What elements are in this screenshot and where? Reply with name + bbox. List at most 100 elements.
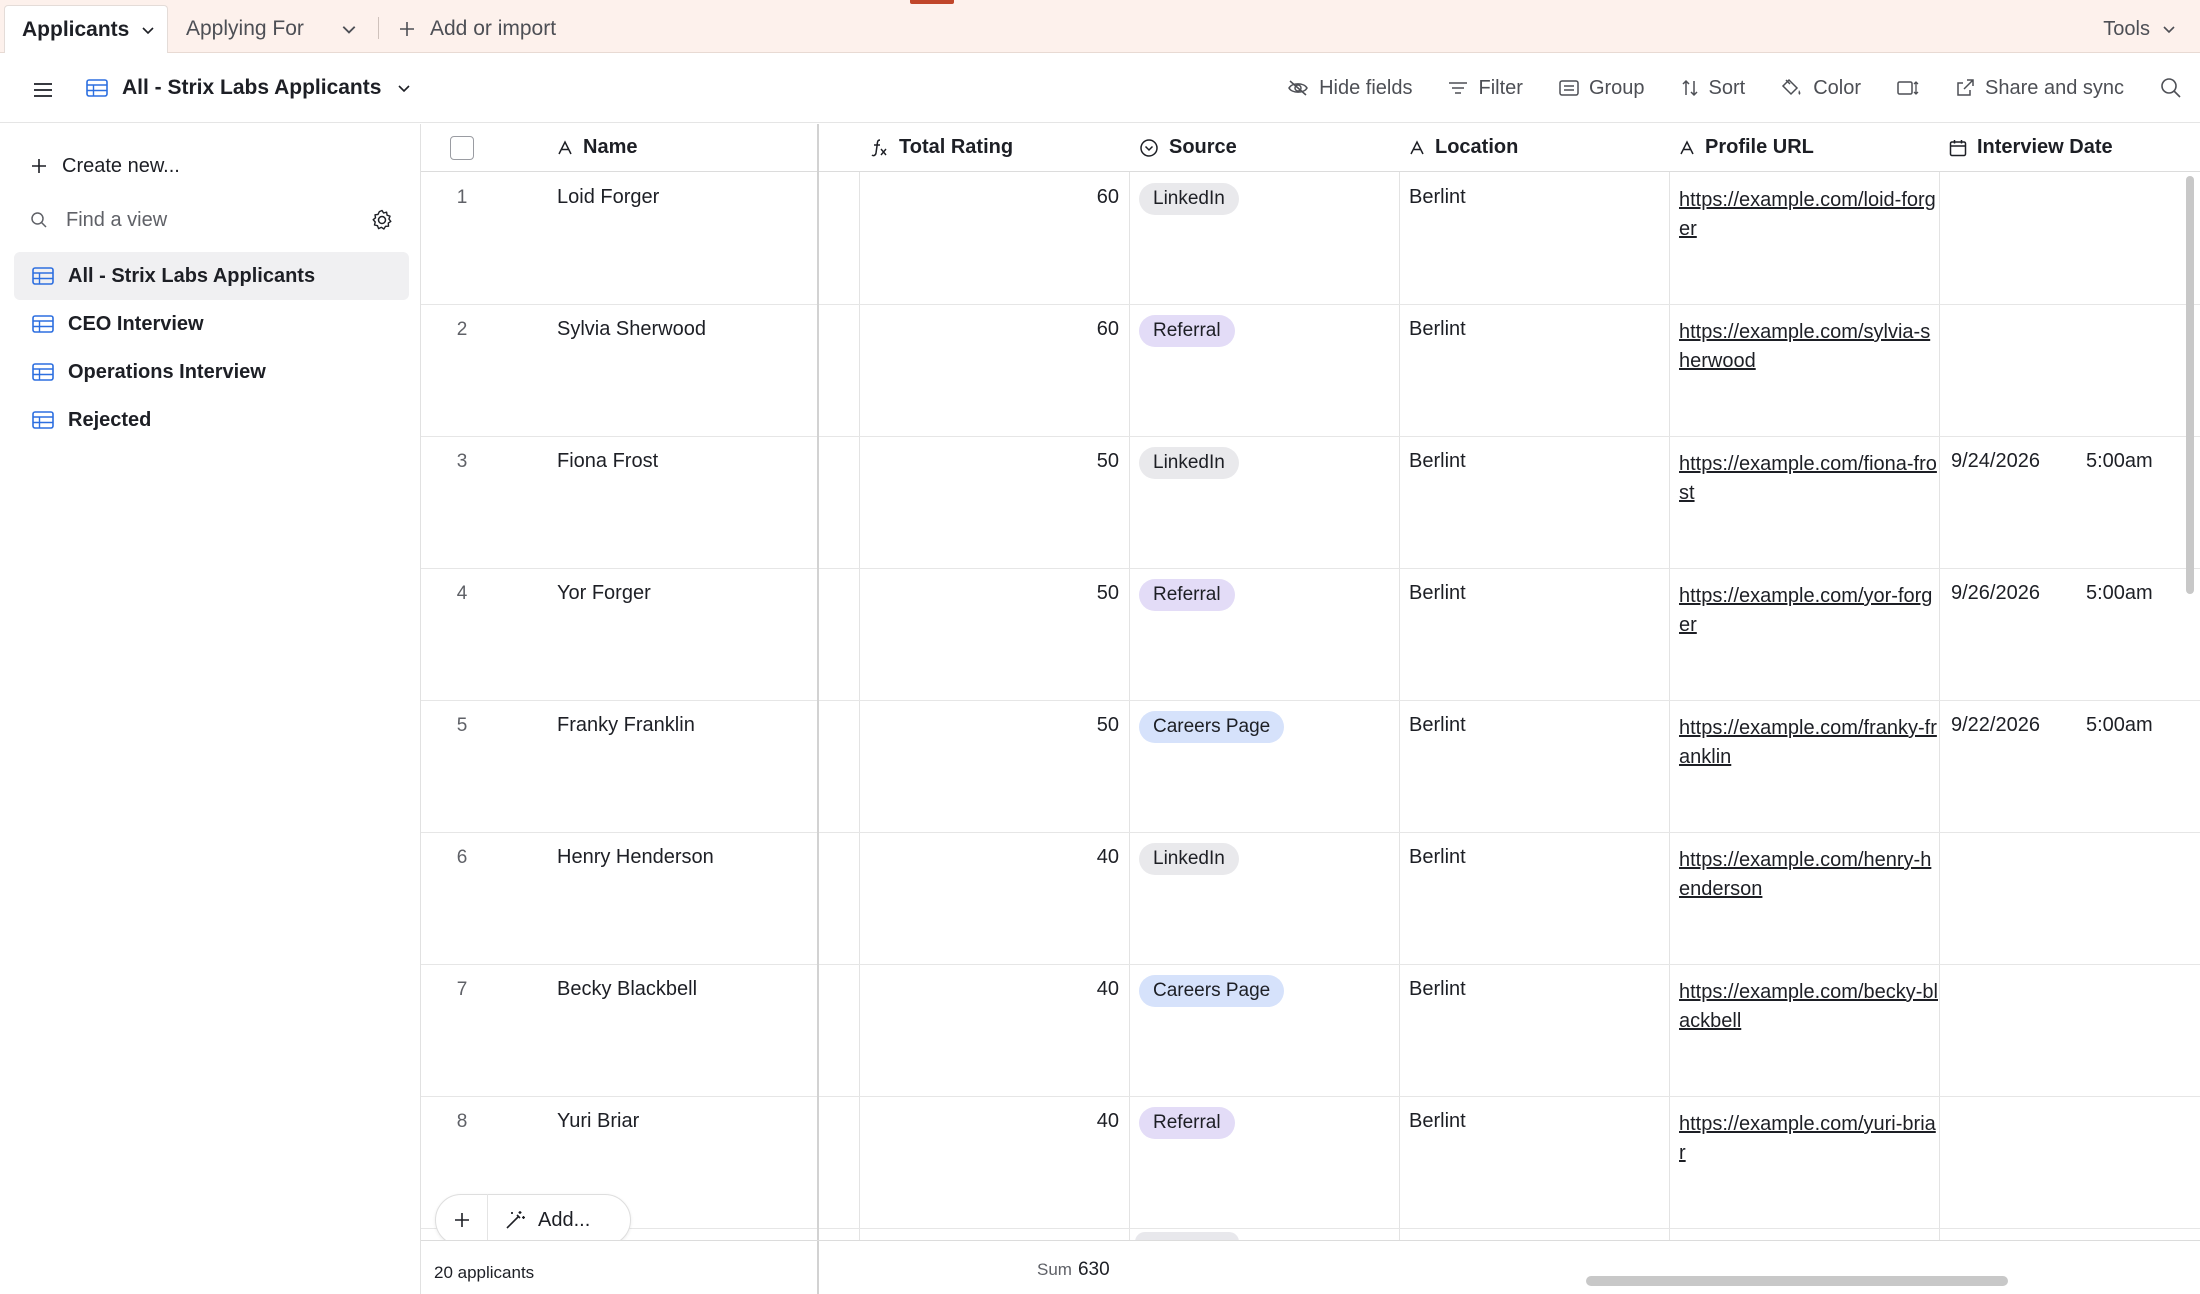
profile-url-link[interactable]: https://example.com/fiona-frost — [1679, 453, 1937, 504]
interview-date-cell[interactable]: 9/26/2026 5:00am — [1951, 569, 2200, 700]
select-all-checkbox[interactable] — [450, 136, 474, 160]
interview-date-cell[interactable] — [1951, 965, 2200, 1096]
find-view-input[interactable]: Find a view — [66, 209, 167, 232]
table-row[interactable]: 7 Becky Blackbell 40 Careers Page Berlint htt… — [421, 965, 2200, 1097]
create-new-view-button[interactable]: Create new... — [30, 146, 180, 186]
total-rating-cell[interactable]: 50 — [869, 569, 1119, 700]
tab-applicants[interactable]: Applicants — [4, 5, 168, 54]
profile-url-link[interactable]: https://example.com/franky-franklin — [1679, 717, 1937, 768]
location-cell[interactable]: Berlint — [1409, 701, 1659, 832]
find-view-search[interactable]: Find a view — [30, 200, 400, 240]
table-row[interactable]: 3 Fiona Frost 50 LinkedIn Berlint https://exa… — [421, 437, 2200, 569]
table-row[interactable]: 8 Yuri Briar 40 Referral Berlint https://exam… — [421, 1097, 2200, 1229]
group-button[interactable]: Group — [1559, 77, 1645, 100]
interview-date-cell[interactable] — [1951, 833, 2200, 964]
total-rating-cell[interactable]: 40 — [869, 965, 1119, 1096]
vertical-scrollbar[interactable] — [2186, 176, 2194, 594]
location-cell[interactable]: Berlint — [1409, 305, 1659, 436]
add-or-import-button[interactable]: Add or import — [398, 5, 556, 53]
profile-url-cell[interactable]: https://example.com/becky-blackbell — [1679, 965, 1941, 1096]
source-cell[interactable]: LinkedIn — [1129, 833, 1395, 964]
name-cell[interactable]: Franky Franklin — [557, 701, 797, 832]
table-row[interactable]: 1 Loid Forger 60 LinkedIn Berlint https://exa… — [421, 173, 2200, 305]
filter-button[interactable]: Filter — [1448, 77, 1523, 100]
interview-date-cell[interactable] — [1951, 305, 2200, 436]
location-cell[interactable]: Berlint — [1409, 833, 1659, 964]
profile-url-link[interactable]: https://example.com/loid-forger — [1679, 189, 1936, 240]
profile-url-cell[interactable]: https://example.com/henry-henderson — [1679, 833, 1941, 964]
location-cell[interactable]: Berlint — [1409, 437, 1659, 568]
sidebar-view-all-applicants[interactable]: All - Strix Labs Applicants — [14, 252, 409, 300]
profile-url-link[interactable]: https://example.com/henry-henderson — [1679, 849, 1931, 900]
sidebar-view-ceo-interview[interactable]: CEO Interview — [14, 300, 409, 348]
column-header-name[interactable]: Name — [557, 124, 817, 172]
sum-label: Sum — [1037, 1260, 1072, 1279]
row-height-button[interactable] — [1897, 79, 1919, 97]
profile-url-cell[interactable]: https://example.com/sylvia-sherwood — [1679, 305, 1941, 436]
source-cell[interactable]: Referral — [1129, 305, 1395, 436]
total-rating-sum[interactable]: Sum 630 — [1037, 1259, 1110, 1281]
profile-url-link[interactable]: https://example.com/sylvia-sherwood — [1679, 321, 1930, 372]
total-rating-cell[interactable]: 60 — [869, 305, 1119, 436]
source-cell[interactable]: Referral — [1129, 1097, 1395, 1228]
search-button[interactable] — [2160, 77, 2182, 99]
total-rating-cell[interactable]: 50 — [869, 437, 1119, 568]
sidebar-toggle-button[interactable] — [28, 75, 58, 105]
location-cell[interactable]: Berlint — [1409, 569, 1659, 700]
column-header-interview-date[interactable]: Interview Date — [1949, 124, 2200, 172]
profile-url-cell[interactable]: https://example.com/yuri-briar — [1679, 1097, 1941, 1228]
share-and-sync-button[interactable]: Share and sync — [1955, 77, 2124, 100]
hide-fields-button[interactable]: Hide fields — [1287, 77, 1412, 100]
column-header-profile-url[interactable]: Profile URL — [1679, 124, 1935, 172]
total-rating-cell[interactable]: 50 — [869, 701, 1119, 832]
tools-menu-button[interactable]: Tools — [2103, 5, 2176, 53]
location-cell[interactable]: Berlint — [1409, 173, 1659, 304]
profile-url-cell[interactable]: https://example.com/fiona-frost — [1679, 437, 1941, 568]
source-cell[interactable]: LinkedIn — [1129, 173, 1395, 304]
interview-date-cell[interactable]: 9/24/2026 5:00am — [1951, 437, 2200, 568]
chevron-down-icon[interactable] — [141, 23, 155, 37]
source-cell[interactable]: Referral — [1129, 569, 1395, 700]
profile-url-link[interactable]: https://example.com/becky-blackbell — [1679, 981, 1938, 1032]
table-row[interactable]: 2 Sylvia Sherwood 60 Referral Berlint https:/… — [421, 305, 2200, 437]
column-header-location[interactable]: Location — [1409, 124, 1665, 172]
interview-date-cell[interactable]: 9/22/2026 5:00am — [1951, 701, 2200, 832]
interview-date-cell[interactable] — [1951, 173, 2200, 304]
source-cell[interactable]: Careers Page — [1129, 965, 1395, 1096]
sidebar-view-rejected[interactable]: Rejected — [14, 396, 409, 444]
name-cell[interactable]: Yor Forger — [557, 569, 797, 700]
table-row[interactable]: 6 Henry Henderson 40 LinkedIn Berlint https:/… — [421, 833, 2200, 965]
table-row[interactable]: 4 Yor Forger 50 Referral Berlint https://exam… — [421, 569, 2200, 701]
view-switcher[interactable]: All - Strix Labs Applicants — [86, 67, 411, 109]
horizontal-scrollbar[interactable] — [1586, 1276, 2008, 1286]
location-cell[interactable]: Berlint — [1409, 1097, 1659, 1228]
gear-icon[interactable] — [370, 208, 394, 232]
sort-button[interactable]: Sort — [1681, 77, 1745, 100]
total-rating-cell[interactable]: 40 — [869, 1097, 1119, 1228]
column-header-total-rating[interactable]: Total Rating — [869, 124, 1125, 172]
profile-url-cell[interactable]: https://example.com/franky-franklin — [1679, 701, 1941, 832]
source-cell[interactable]: Careers Page — [1129, 701, 1395, 832]
profile-url-cell[interactable]: https://example.com/loid-forger — [1679, 173, 1941, 304]
name-cell[interactable]: Henry Henderson — [557, 833, 797, 964]
total-rating-cell[interactable]: 60 — [869, 173, 1119, 304]
color-button[interactable]: Color — [1781, 77, 1861, 100]
profile-url-link[interactable]: https://example.com/yor-forger — [1679, 585, 1932, 636]
interview-date-cell[interactable] — [1951, 1097, 2200, 1228]
sidebar-view-operations-interview[interactable]: Operations Interview — [14, 348, 409, 396]
profile-url-link[interactable]: https://example.com/yuri-briar — [1679, 1113, 1936, 1164]
profile-url-cell[interactable]: https://example.com/yor-forger — [1679, 569, 1941, 700]
more-tables-button[interactable] — [332, 14, 366, 44]
total-rating-cell[interactable]: 40 — [869, 833, 1119, 964]
name-cell[interactable]: Sylvia Sherwood — [557, 305, 797, 436]
source-cell[interactable]: LinkedIn — [1129, 437, 1395, 568]
name-cell[interactable]: Loid Forger — [557, 173, 797, 304]
name-cell[interactable]: Becky Blackbell — [557, 965, 797, 1096]
add-with-options-button[interactable]: Add... — [488, 1209, 590, 1232]
add-record-button[interactable] — [436, 1194, 488, 1246]
table-row[interactable]: 5 Franky Franklin 50 Careers Page Berlint htt… — [421, 701, 2200, 833]
name-cell[interactable]: Fiona Frost — [557, 437, 797, 568]
column-header-source[interactable]: Source — [1139, 124, 1395, 172]
frozen-column-divider[interactable] — [817, 124, 819, 1294]
location-cell[interactable]: Berlint — [1409, 965, 1659, 1096]
